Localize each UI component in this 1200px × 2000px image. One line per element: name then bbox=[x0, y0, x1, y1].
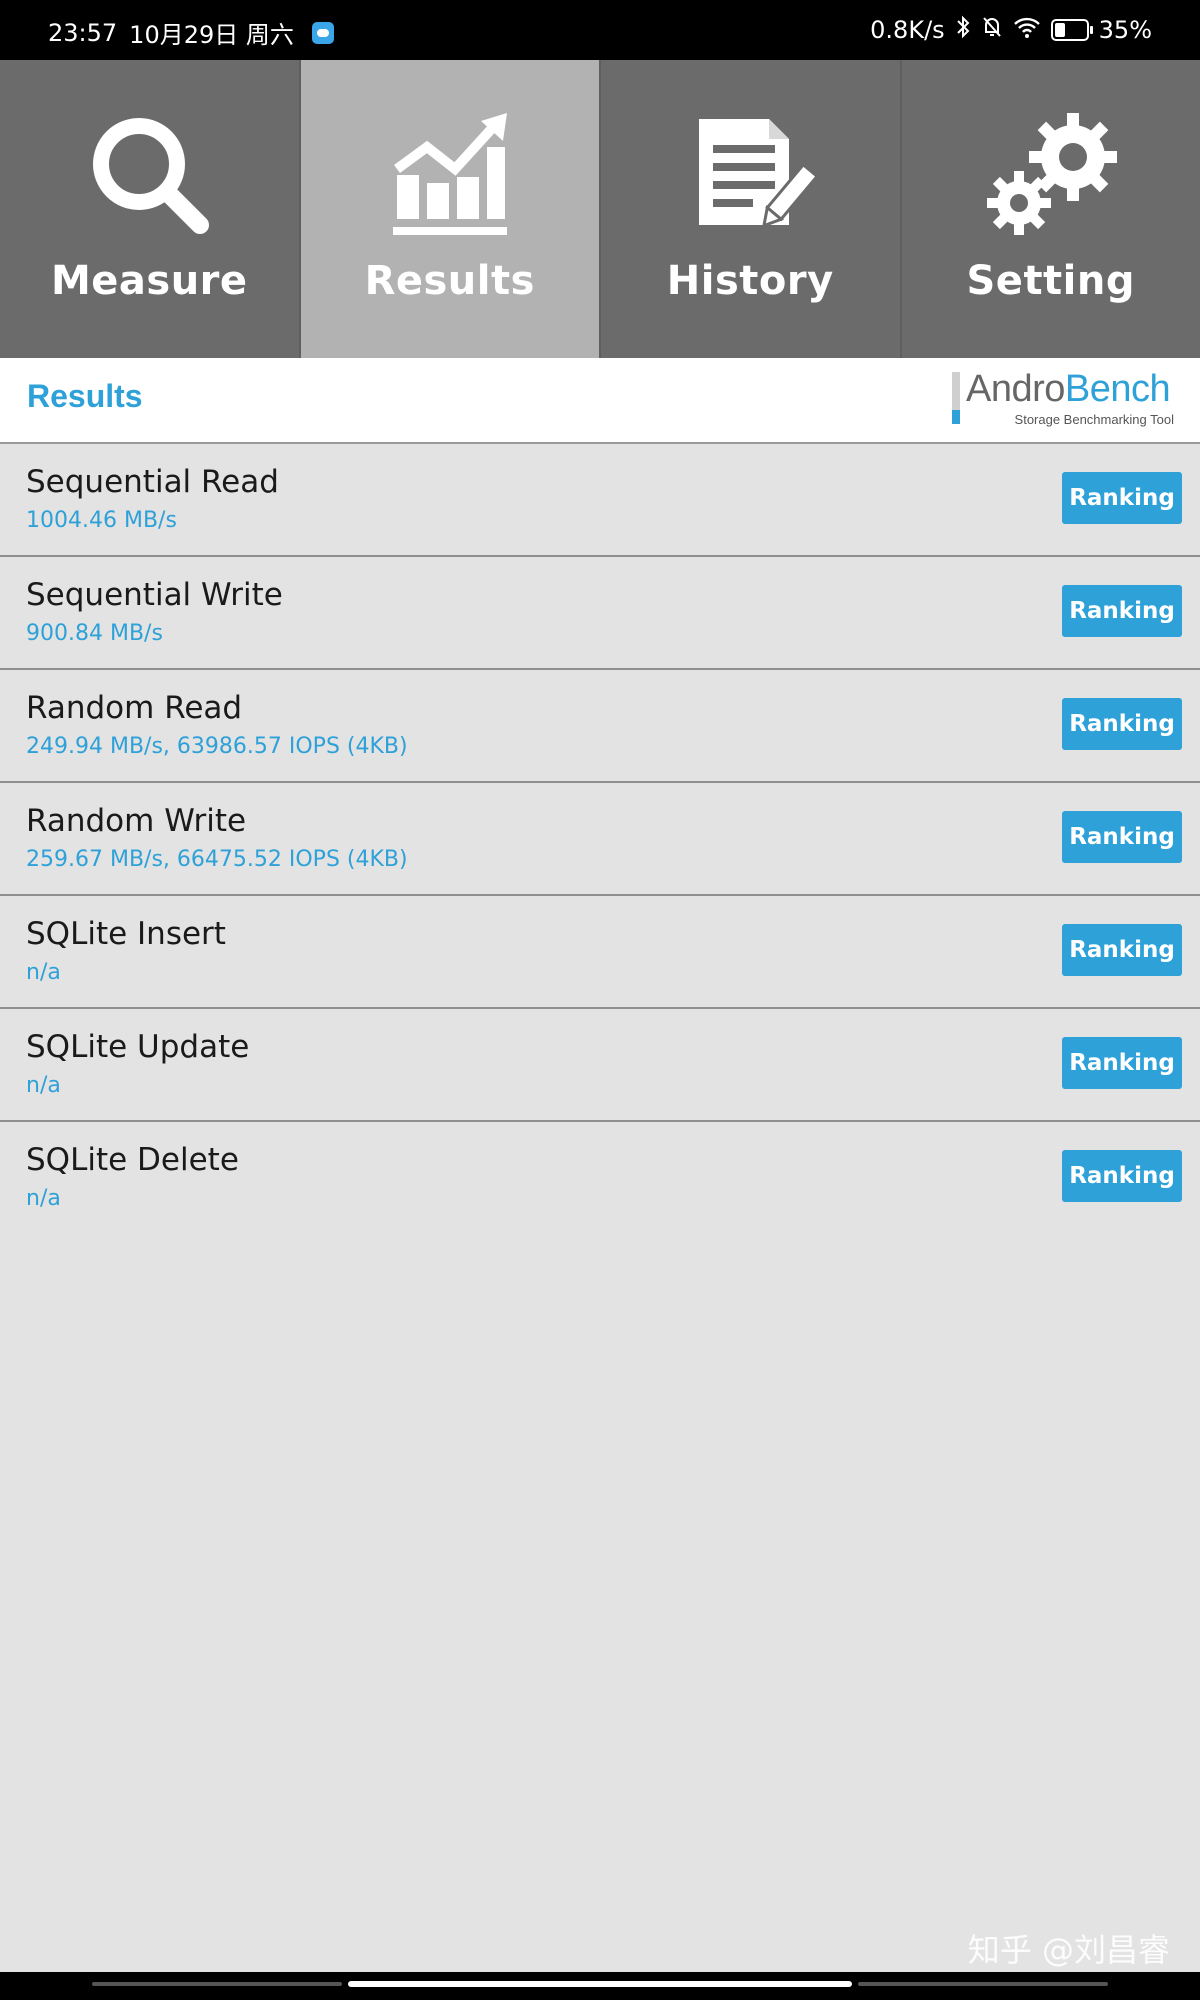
tab-history-label: History bbox=[666, 258, 834, 304]
ranking-button[interactable]: Ranking bbox=[1062, 698, 1182, 750]
wifi-icon bbox=[1013, 15, 1041, 45]
logo-bar-grey bbox=[952, 372, 960, 410]
results-header: Results AndroBench Storage Benchmarking … bbox=[0, 358, 1200, 444]
result-name: Random Write bbox=[26, 803, 247, 839]
magnifier-icon bbox=[79, 104, 219, 244]
result-row-sqlite-update: SQLite Update n/a Ranking bbox=[0, 1009, 1200, 1122]
document-pen-icon bbox=[680, 104, 820, 244]
ranking-button[interactable]: Ranking bbox=[1062, 472, 1182, 524]
navigation-bar bbox=[0, 1972, 1200, 2000]
result-row-sqlite-delete: SQLite Delete n/a Ranking bbox=[0, 1122, 1200, 1233]
result-row-sequential-read: Sequential Read 1004.46 MB/s Ranking bbox=[0, 444, 1200, 557]
logo-bar-blue bbox=[952, 410, 960, 424]
status-right: 0.8K/s 35% bbox=[860, 15, 1152, 45]
page-title: Results bbox=[27, 378, 143, 414]
gears-icon bbox=[981, 104, 1121, 244]
tab-results-label: Results bbox=[364, 258, 535, 304]
ranking-button[interactable]: Ranking bbox=[1062, 1037, 1182, 1089]
result-row-random-write: Random Write 259.67 MB/s, 66475.52 IOPS … bbox=[0, 783, 1200, 896]
tab-measure-label: Measure bbox=[50, 258, 248, 304]
androbench-logo: AndroBench Storage Benchmarking Tool bbox=[952, 368, 1174, 428]
battery-icon bbox=[1050, 19, 1093, 41]
status-bar: 23:57 10月29日 周六 0.8K/s 35% bbox=[0, 0, 1200, 60]
result-value: n/a bbox=[26, 1073, 61, 1098]
result-value: 259.67 MB/s, 66475.52 IOPS (4KB) bbox=[26, 847, 408, 872]
home-gesture-handle[interactable] bbox=[348, 1981, 852, 1987]
result-row-random-read: Random Read 249.94 MB/s, 63986.57 IOPS (… bbox=[0, 670, 1200, 783]
result-name: SQLite Update bbox=[26, 1029, 250, 1065]
result-row-sequential-write: Sequential Write 900.84 MB/s Ranking bbox=[0, 557, 1200, 670]
tab-history[interactable]: History bbox=[601, 60, 902, 358]
result-name: Sequential Read bbox=[26, 464, 279, 500]
nav-line-left bbox=[92, 1982, 342, 1986]
tab-results[interactable]: Results bbox=[300, 60, 601, 358]
tab-setting-label: Setting bbox=[966, 258, 1135, 304]
ranking-button[interactable]: Ranking bbox=[1062, 924, 1182, 976]
network-speed: 0.8K/s bbox=[870, 16, 945, 44]
result-name: Random Read bbox=[26, 690, 243, 726]
watermark: 知乎 @刘昌睿 bbox=[967, 1931, 1170, 1969]
logo-name-part1: Andro bbox=[966, 368, 1065, 410]
tab-setting[interactable]: Setting bbox=[901, 60, 1200, 358]
result-row-sqlite-insert: SQLite Insert n/a Ranking bbox=[0, 896, 1200, 1009]
logo-name: AndroBench bbox=[966, 368, 1171, 411]
status-left: 23:57 10月29日 周六 bbox=[48, 15, 334, 50]
nav-line-right bbox=[858, 1982, 1108, 1986]
cloud-app-icon bbox=[311, 21, 334, 44]
result-value: n/a bbox=[26, 1186, 61, 1211]
ranking-button[interactable]: Ranking bbox=[1062, 585, 1182, 637]
logo-tagline: Storage Benchmarking Tool bbox=[1014, 412, 1174, 427]
result-name: SQLite Insert bbox=[26, 916, 226, 952]
result-value: 900.84 MB/s bbox=[26, 621, 163, 646]
result-name: Sequential Write bbox=[26, 577, 283, 613]
tab-measure[interactable]: Measure bbox=[0, 60, 301, 358]
tab-bar: Measure Results History Setting bbox=[0, 60, 1200, 358]
ranking-button[interactable]: Ranking bbox=[1062, 1150, 1182, 1202]
logo-name-part2: Bench bbox=[1064, 368, 1171, 410]
chart-icon bbox=[380, 104, 520, 244]
ranking-button[interactable]: Ranking bbox=[1062, 811, 1182, 863]
battery-percent: 35% bbox=[1098, 16, 1152, 44]
bluetooth-icon bbox=[955, 15, 971, 45]
result-name: SQLite Delete bbox=[26, 1142, 239, 1178]
result-value: 249.94 MB/s, 63986.57 IOPS (4KB) bbox=[26, 734, 408, 759]
status-date: 10月29日 周六 bbox=[129, 21, 294, 49]
result-value: n/a bbox=[26, 960, 61, 985]
status-time: 23:57 bbox=[48, 18, 118, 47]
result-value: 1004.46 MB/s bbox=[26, 508, 177, 533]
results-list: Sequential Read 1004.46 MB/s Ranking Seq… bbox=[0, 444, 1200, 1233]
mute-bell-icon bbox=[981, 15, 1003, 45]
